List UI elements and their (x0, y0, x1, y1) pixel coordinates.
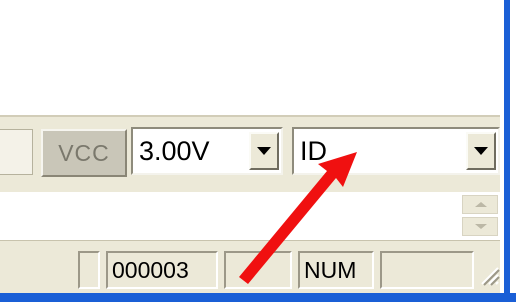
scroll-down-icon (475, 224, 487, 229)
scroll-up-button[interactable] (462, 195, 498, 214)
workspace-area (0, 0, 500, 115)
status-bar: 000003 NUM (0, 241, 500, 293)
status-num-indicator: NUM (298, 251, 374, 289)
window-frame-bottom (0, 293, 516, 302)
output-panel (0, 192, 500, 241)
voltage-select[interactable]: 3.00V (131, 127, 283, 175)
vertical-scrollbar[interactable] (462, 195, 498, 239)
scroll-down-button[interactable] (462, 217, 498, 236)
chevron-down-icon (474, 147, 488, 155)
vcc-button[interactable]: VCC (41, 129, 127, 177)
id-select[interactable]: ID (292, 127, 500, 175)
toolbar: VCC 3.00V ID (0, 115, 500, 194)
scroll-up-icon (475, 202, 487, 207)
id-dropdown-button[interactable] (466, 132, 496, 170)
toolbar-left-field[interactable] (0, 129, 33, 175)
chevron-down-icon (257, 147, 271, 155)
status-pane-empty-3 (380, 251, 474, 289)
resize-grip-icon[interactable] (476, 258, 500, 292)
status-counter: 000003 (106, 251, 218, 289)
voltage-dropdown-button[interactable] (249, 132, 279, 170)
status-pane-empty-1 (78, 251, 100, 289)
id-select-value: ID (300, 136, 327, 166)
status-pane-empty-2 (224, 251, 292, 289)
window-frame-right (500, 0, 516, 302)
voltage-select-value: 3.00V (139, 136, 210, 166)
